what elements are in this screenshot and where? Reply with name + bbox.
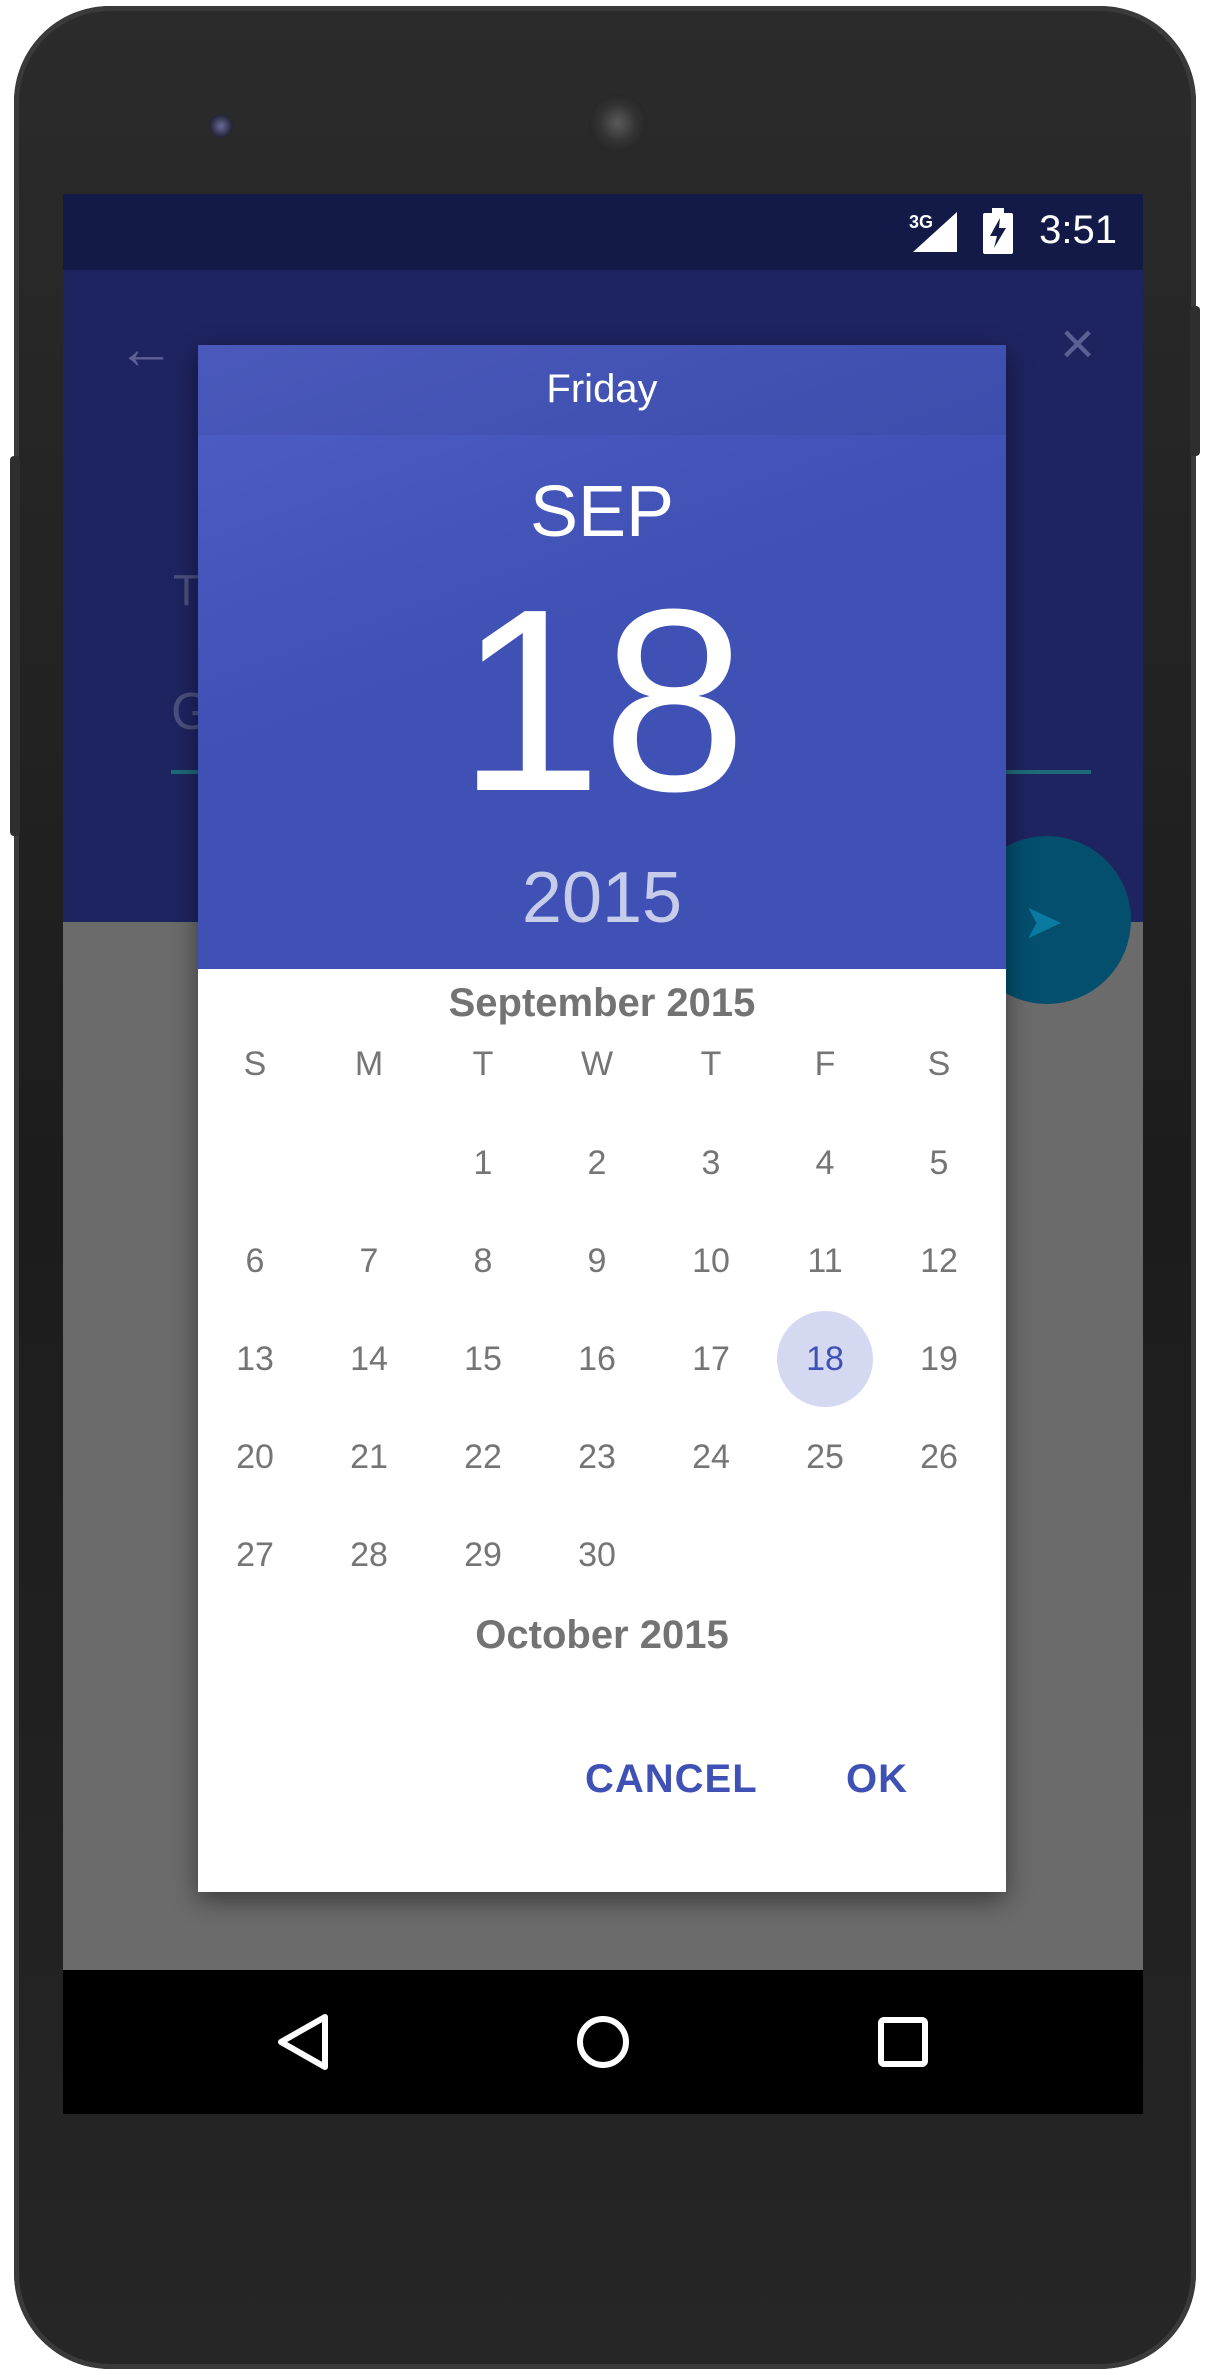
weekday-header: W — [580, 1045, 614, 1083]
weekday-header: T — [472, 1045, 494, 1083]
ok-button[interactable]: OK — [846, 1757, 908, 1802]
cancel-button[interactable]: CANCEL — [585, 1757, 758, 1802]
calendar-day[interactable]: 1 — [435, 1115, 531, 1211]
calendar-day[interactable]: 15 — [435, 1311, 531, 1407]
field-label-partial: T — [173, 566, 200, 615]
calendar-day[interactable]: 9 — [549, 1213, 645, 1309]
calendar-day[interactable]: 22 — [435, 1409, 531, 1505]
nav-recents-button[interactable] — [803, 1970, 1003, 2114]
volume-button — [10, 456, 20, 836]
earpiece-speaker — [589, 94, 647, 152]
signal-icon — [913, 212, 957, 252]
calendar-day[interactable]: 29 — [435, 1507, 531, 1603]
calendar-day[interactable]: 27 — [207, 1507, 303, 1603]
weekday-header: T — [700, 1045, 722, 1083]
calendar-day[interactable]: 23 — [549, 1409, 645, 1505]
selected-year[interactable]: 2015 — [198, 857, 1006, 939]
next-month-title: October 2015 — [475, 1613, 729, 1657]
calendar-day[interactable]: 24 — [663, 1409, 759, 1505]
calendar-day-selected[interactable]: 18 — [777, 1311, 873, 1407]
calendar-day[interactable]: 12 — [891, 1213, 987, 1309]
calendar-day[interactable]: 21 — [321, 1409, 417, 1505]
calendar-day[interactable]: 17 — [663, 1311, 759, 1407]
power-button — [1190, 306, 1200, 456]
navigation-bar — [63, 1970, 1143, 2114]
calendar-day[interactable]: 8 — [435, 1213, 531, 1309]
nav-home-button[interactable] — [503, 1970, 703, 2114]
battery-charging-icon — [983, 208, 1013, 254]
selected-month[interactable]: SEP — [198, 471, 1006, 553]
selected-date[interactable]: 18 — [198, 571, 1006, 831]
weekday-header: S — [243, 1045, 267, 1083]
calendar-day[interactable]: 30 — [549, 1507, 645, 1603]
back-arrow-icon: ← — [117, 316, 175, 381]
close-icon: × — [1059, 310, 1095, 377]
calendar-day[interactable]: 11 — [777, 1213, 873, 1309]
status-time: 3:51 — [1039, 208, 1117, 252]
calendar-day[interactable]: 28 — [321, 1507, 417, 1603]
calendar-day[interactable]: 10 — [663, 1213, 759, 1309]
calendar-day[interactable]: 16 — [549, 1311, 645, 1407]
weekday-header: F — [814, 1045, 836, 1083]
calendar-day[interactable]: 19 — [891, 1311, 987, 1407]
weekday-header: S — [927, 1045, 951, 1083]
home-icon — [577, 2016, 629, 2068]
proximity-sensor — [974, 114, 990, 130]
day-of-week: Friday — [546, 367, 658, 411]
status-bar: 3G 3:51 — [63, 194, 1143, 270]
date-picker-header: Friday SEP 18 2015 — [198, 345, 1006, 969]
calendar-month-title: September 2015 — [448, 981, 756, 1025]
calendar-day[interactable]: 14 — [321, 1311, 417, 1407]
device-screen: 3G 3:51 ← × T G ➤ Friday SEP 18 2015 Sep… — [63, 194, 1143, 2114]
calendar-day[interactable]: 13 — [207, 1311, 303, 1407]
nav-back-button[interactable] — [203, 1970, 403, 2114]
recents-icon — [878, 2017, 928, 2067]
light-sensor — [1006, 114, 1022, 130]
weekday-header: M — [354, 1045, 384, 1083]
calendar-day[interactable]: 5 — [891, 1115, 987, 1211]
calendar-day[interactable]: 26 — [891, 1409, 987, 1505]
calendar-day[interactable]: 25 — [777, 1409, 873, 1505]
calendar-day[interactable]: 4 — [777, 1115, 873, 1211]
calendar-day[interactable]: 2 — [549, 1115, 645, 1211]
calendar-day[interactable]: 7 — [321, 1213, 417, 1309]
send-icon: ➤ — [1023, 896, 1064, 949]
front-camera — [209, 114, 233, 138]
calendar-day[interactable]: 20 — [207, 1409, 303, 1505]
back-icon — [278, 2014, 328, 2070]
calendar-day[interactable]: 3 — [663, 1115, 759, 1211]
calendar-day[interactable]: 6 — [207, 1213, 303, 1309]
date-picker-dialog: Friday SEP 18 2015 September 2015 SMTWTF… — [198, 345, 1006, 1892]
